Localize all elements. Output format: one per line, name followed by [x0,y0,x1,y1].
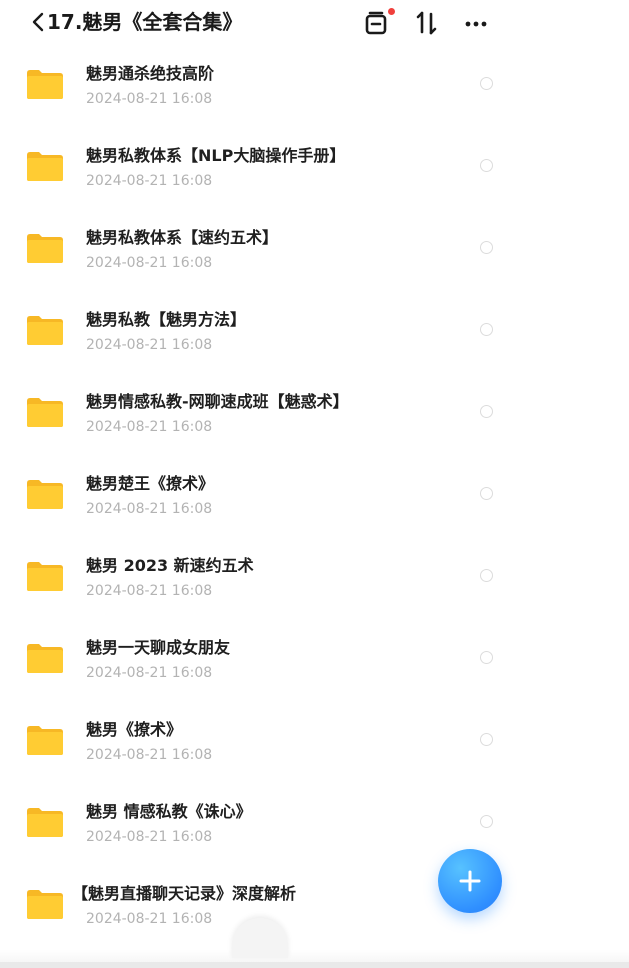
list-item[interactable]: 魅男私教体系【NLP大脑操作手册】 2024-08-21 16:08 [0,128,629,210]
list-item[interactable]: 魅男楚王《撩术》 2024-08-21 16:08 [0,456,629,538]
back-chevron-icon[interactable] [30,10,46,34]
file-name: 魅男 2023 新速约五术 [86,556,254,575]
list-item[interactable]: 魅男 情感私教《诛心》 2024-08-21 16:08 [0,784,629,866]
file-name: 魅男一天聊成女朋友 [86,638,231,657]
notification-dot [388,8,395,15]
select-radio[interactable] [480,77,493,90]
sort-icon[interactable] [412,8,442,38]
folder-icon [27,398,63,427]
list-item[interactable]: 魅男《撩术》 2024-08-21 16:08 [0,702,629,784]
file-date: 2024-08-21 16:08 [86,337,213,353]
file-date: 2024-08-21 16:08 [86,747,213,763]
folder-icon [27,726,63,755]
file-date: 2024-08-21 16:08 [86,501,213,517]
page-title: 17.魅男《全套合集》 [47,10,243,34]
top-bar: 17.魅男《全套合集》 [0,0,629,46]
select-radio[interactable] [480,405,493,418]
file-name: 魅男通杀绝技高阶 [86,64,215,83]
list-item[interactable]: 魅男私教体系【速约五术】 2024-08-21 16:08 [0,210,629,292]
list-item[interactable]: 魅男私教【魅男方法】 2024-08-21 16:08 [0,292,629,374]
select-radio[interactable] [480,159,493,172]
folder-icon [27,644,63,673]
select-radio[interactable] [480,815,493,828]
list-item[interactable]: 魅男一天聊成女朋友 2024-08-21 16:08 [0,620,629,702]
folder-icon [27,316,63,345]
file-date: 2024-08-21 16:08 [86,583,213,599]
file-name: 魅男《撩术》 [86,720,183,739]
select-radio[interactable] [480,733,493,746]
list-item[interactable]: 魅男通杀绝技高阶 2024-08-21 16:08 [0,46,629,128]
folder-icon [27,480,63,509]
file-date: 2024-08-21 16:08 [86,419,213,435]
file-name: 魅男私教【魅男方法】 [86,310,247,329]
file-date: 2024-08-21 16:08 [86,911,213,927]
file-name: 魅男楚王《撩术》 [86,474,215,493]
file-date: 2024-08-21 16:08 [86,829,213,845]
file-date: 2024-08-21 16:08 [86,665,213,681]
list-item[interactable]: 魅男情感私教-网聊速成班【魅惑术】 2024-08-21 16:08 [0,374,629,456]
file-name: 【魅男直播聊天记录》深度解析 [72,884,297,903]
file-date: 2024-08-21 16:08 [86,173,213,189]
folder-icon [27,808,63,837]
plus-icon [459,870,481,892]
list-item[interactable]: 【魅男直播聊天记录》深度解析 2024-08-21 16:08 [0,866,629,948]
folder-icon [27,152,63,181]
select-radio[interactable] [480,241,493,254]
folder-icon [27,890,63,919]
file-name: 魅男情感私教-网聊速成班【魅惑术】 [86,392,349,411]
folder-icon [27,234,63,263]
select-radio[interactable] [480,323,493,336]
file-name: 魅男私教体系【速约五术】 [86,228,279,247]
file-name: 魅男私教体系【NLP大脑操作手册】 [86,146,346,165]
bottom-bar [0,962,629,968]
add-button[interactable] [438,849,502,913]
folder-icon [27,70,63,99]
folder-icon [27,562,63,591]
file-date: 2024-08-21 16:08 [86,255,213,271]
list-item[interactable]: 魅男 2023 新速约五术 2024-08-21 16:08 [0,538,629,620]
select-radio[interactable] [480,651,493,664]
more-icon[interactable] [462,8,492,38]
file-name: 魅男 情感私教《诛心》 [86,802,252,821]
select-radio[interactable] [480,569,493,582]
file-date: 2024-08-21 16:08 [86,91,213,107]
select-radio[interactable] [480,487,493,500]
